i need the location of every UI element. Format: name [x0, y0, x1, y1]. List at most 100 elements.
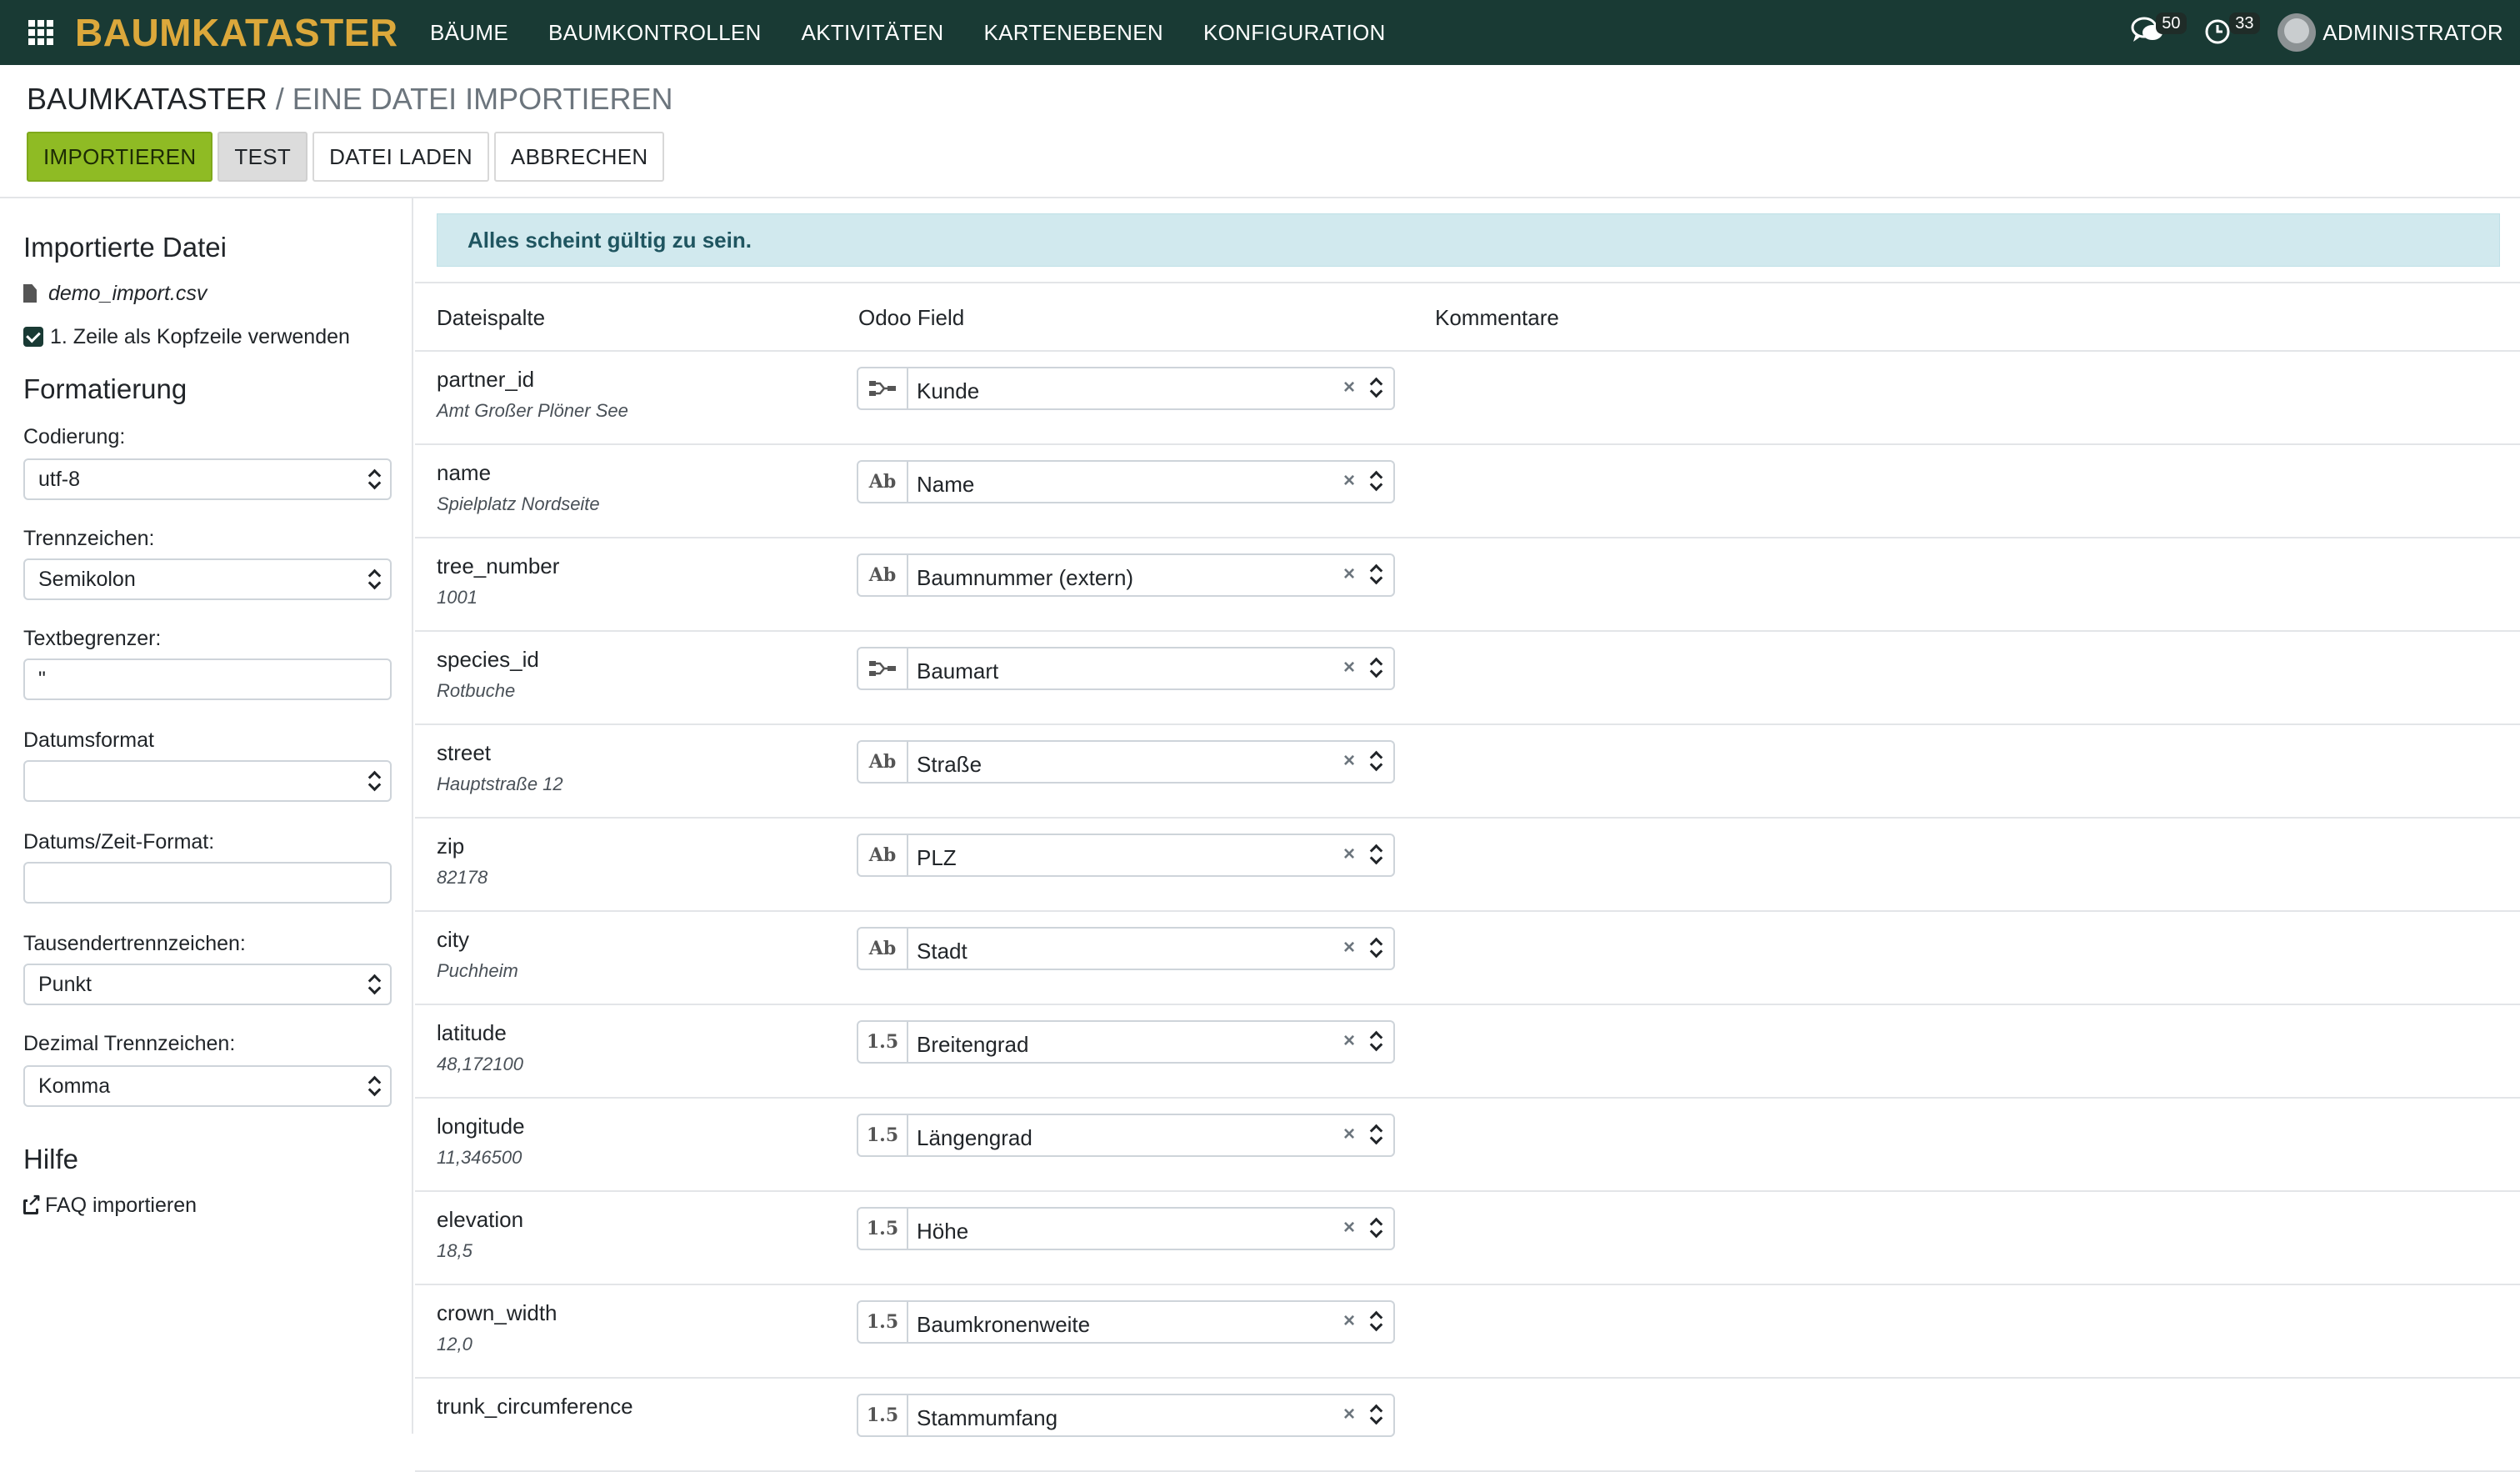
clear-icon[interactable]: × [1343, 1309, 1355, 1333]
clear-icon[interactable]: × [1343, 843, 1355, 866]
column-header-comments: Kommentare [1435, 305, 1559, 330]
user-avatar[interactable] [2278, 13, 2317, 52]
clear-icon[interactable]: × [1343, 749, 1355, 773]
clear-icon[interactable]: × [1343, 1216, 1355, 1239]
clear-icon[interactable]: × [1343, 936, 1355, 959]
breadcrumb-separator: / [275, 82, 284, 116]
odoo-field-select[interactable]: Ab Straße × [857, 740, 1395, 784]
clear-icon[interactable]: × [1343, 1403, 1355, 1426]
odoo-field-value: PLZ [917, 845, 957, 870]
menu-item-konfiguration[interactable]: KONFIGURATION [1203, 20, 1386, 46]
apps-grid-icon[interactable] [28, 20, 53, 45]
select-chevron-icon [368, 468, 380, 491]
action-buttons: IMPORTIEREN TEST DATEI LADEN ABBRECHEN [27, 132, 669, 182]
menu-item-baumkontrollen[interactable]: BAUMKONTROLLEN [548, 20, 762, 46]
odoo-field-select[interactable]: 1.5 Baumkronenweite × [857, 1300, 1395, 1344]
menu-item-aktivitaeten[interactable]: AKTIVITÄTEN [802, 20, 944, 46]
odoo-field-value: Baumnummer (extern) [917, 565, 1134, 590]
odoo-field-select[interactable]: Ab Name × [857, 460, 1395, 503]
column-header-odoo-field: Odoo Field [858, 305, 965, 330]
header-row-checkbox[interactable] [23, 327, 43, 347]
cancel-button[interactable]: ABBRECHEN [493, 132, 665, 182]
systray: 50 33 ADMINISTRATOR [2131, 0, 2503, 65]
file-column-sample: Amt Großer Plöner See [437, 400, 628, 421]
float-type-icon: 1.5 [858, 1302, 908, 1342]
decimal-separator-select[interactable]: Komma [23, 1065, 392, 1107]
menu-item-baeume[interactable]: BÄUME [430, 20, 508, 46]
clear-icon[interactable]: × [1343, 376, 1355, 399]
float-type-icon: 1.5 [858, 1022, 908, 1062]
select-chevron-icon[interactable] [1370, 656, 1382, 679]
file-icon [23, 284, 37, 303]
imported-file: demo_import.csv [23, 282, 207, 306]
breadcrumb-parent[interactable]: BAUMKATASTER [27, 82, 268, 116]
odoo-field-value: Straße [917, 752, 982, 777]
select-chevron-icon[interactable] [1370, 1029, 1382, 1053]
file-column-sample: 18,5 [437, 1240, 472, 1261]
odoo-field-select[interactable]: 1.5 Breitengrad × [857, 1020, 1395, 1064]
odoo-field-select[interactable]: 1.5 Längengrad × [857, 1114, 1395, 1157]
date-format-select[interactable] [23, 760, 392, 802]
table-row: longitude 11,346500 1.5 Längengrad × [415, 1099, 2520, 1192]
separator-select[interactable]: Semikolon [23, 558, 392, 600]
date-format-label: Datumsformat [23, 728, 154, 752]
encoding-select[interactable]: utf-8 [23, 458, 392, 500]
text-delimiter-label: Textbegrenzer: [23, 627, 162, 650]
odoo-field-select[interactable]: Kunde × [857, 367, 1395, 410]
clear-icon[interactable]: × [1343, 563, 1355, 586]
select-chevron-icon[interactable] [1370, 1403, 1382, 1426]
select-chevron-icon [368, 973, 380, 996]
select-chevron-icon[interactable] [1370, 843, 1382, 866]
header-row-option[interactable]: 1. Zeile als Kopfzeile verwenden [23, 325, 350, 349]
select-chevron-icon[interactable] [1370, 1216, 1382, 1239]
table-row: city Puchheim Ab Stadt × [415, 912, 2520, 1005]
table-row: elevation 18,5 1.5 Höhe × [415, 1192, 2520, 1285]
clear-icon[interactable]: × [1343, 1029, 1355, 1053]
clear-icon[interactable]: × [1343, 1123, 1355, 1146]
clear-icon[interactable]: × [1343, 469, 1355, 493]
test-button[interactable]: TEST [218, 132, 308, 182]
select-chevron-icon[interactable] [1370, 1309, 1382, 1333]
select-chevron-icon [368, 568, 380, 591]
select-chevron-icon[interactable] [1370, 1123, 1382, 1146]
import-button[interactable]: IMPORTIEREN [27, 132, 213, 182]
odoo-field-select[interactable]: 1.5 Höhe × [857, 1207, 1395, 1250]
file-column-sample: 12,0 [437, 1334, 472, 1354]
file-column-name: elevation [437, 1207, 524, 1232]
odoo-field-select[interactable]: Ab Stadt × [857, 927, 1395, 970]
odoo-field-select[interactable]: Baumart × [857, 647, 1395, 690]
select-chevron-icon[interactable] [1370, 749, 1382, 773]
validation-alert: Alles scheint gültig zu sein. [437, 213, 2500, 267]
user-menu[interactable]: ADMINISTRATOR [2322, 20, 2503, 46]
messages-button[interactable]: 50 [2131, 13, 2187, 49]
faq-link[interactable]: FAQ importieren [23, 1192, 197, 1218]
datetime-format-input[interactable] [23, 862, 392, 904]
thousands-separator-value: Punkt [38, 972, 92, 996]
activities-button[interactable]: 33 [2204, 13, 2260, 49]
select-chevron-icon[interactable] [1370, 936, 1382, 959]
select-chevron-icon[interactable] [1370, 376, 1382, 399]
odoo-field-select[interactable]: 1.5 Stammumfang × [857, 1394, 1395, 1437]
thousands-separator-select[interactable]: Punkt [23, 964, 392, 1005]
help-heading: Hilfe [23, 1144, 79, 1174]
file-name: demo_import.csv [48, 282, 208, 305]
menu-item-kartenebenen[interactable]: KARTENEBENEN [983, 20, 1163, 46]
odoo-field-value: Baumart [917, 658, 999, 683]
file-column-name: city [437, 927, 469, 952]
odoo-field-select[interactable]: Ab PLZ × [857, 834, 1395, 877]
top-navbar: BAUMKATASTER BÄUME BAUMKONTROLLEN AKTIVI… [0, 0, 2520, 65]
file-column-name: species_id [437, 647, 539, 672]
clear-icon[interactable]: × [1343, 656, 1355, 679]
file-column-name: street [437, 740, 492, 765]
odoo-field-select[interactable]: Ab Baumnummer (extern) × [857, 553, 1395, 597]
file-column-name: crown_width [437, 1300, 558, 1325]
odoo-field-value: Höhe [917, 1219, 969, 1244]
select-chevron-icon[interactable] [1370, 563, 1382, 586]
select-chevron-icon [368, 769, 380, 793]
app-brand[interactable]: BAUMKATASTER [75, 10, 398, 55]
load-file-button[interactable]: DATEI LADEN [312, 132, 489, 182]
file-column-sample: 1001 [437, 587, 478, 608]
text-delimiter-input[interactable]: " [23, 658, 392, 700]
file-column-sample: 48,172100 [437, 1054, 523, 1074]
select-chevron-icon[interactable] [1370, 469, 1382, 493]
